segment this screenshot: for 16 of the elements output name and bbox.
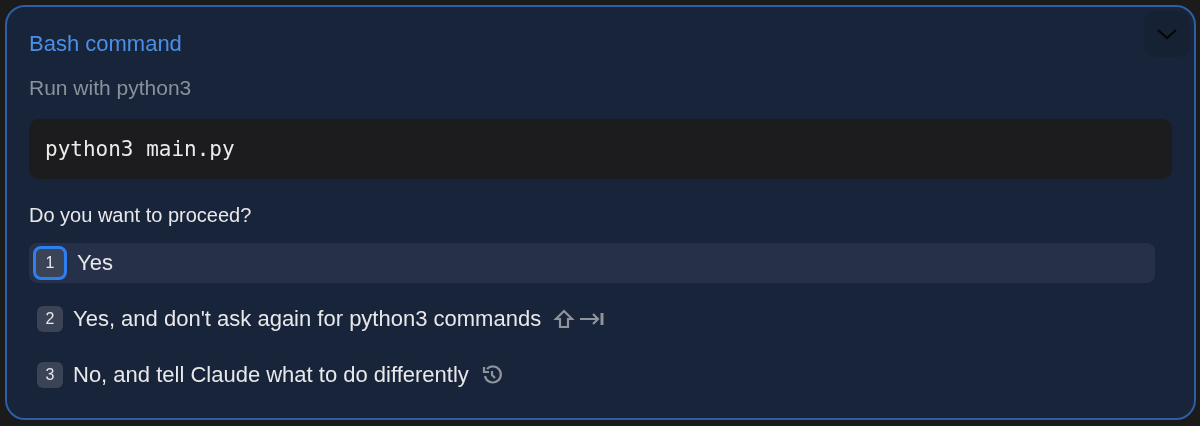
dialog-title: Bash command	[29, 30, 182, 58]
chevron-down-icon	[1156, 27, 1178, 41]
undo-icon	[480, 364, 503, 386]
option-number: 3	[37, 362, 63, 388]
option-number: 1	[33, 246, 67, 280]
option-label: Yes	[77, 250, 113, 276]
command-description: Run with python3	[29, 75, 192, 101]
command-code: python3 main.py	[29, 119, 1172, 179]
option-item[interactable]: 2 Yes, and don't ask again for python3 commands	[29, 299, 1155, 339]
option-item[interactable]: 3 No, and tell Claude what to do differently	[29, 355, 1155, 395]
option-number: 2	[37, 306, 63, 332]
option-label: Yes, and don't ask again for python3 commands	[73, 306, 542, 332]
option-label: No, and tell Claude what to do differently	[73, 362, 469, 388]
prompt-question: Do you want to proceed?	[29, 203, 252, 228]
collapse-button[interactable]	[1144, 11, 1190, 57]
option-item[interactable]: 1 Yes	[29, 243, 1155, 283]
